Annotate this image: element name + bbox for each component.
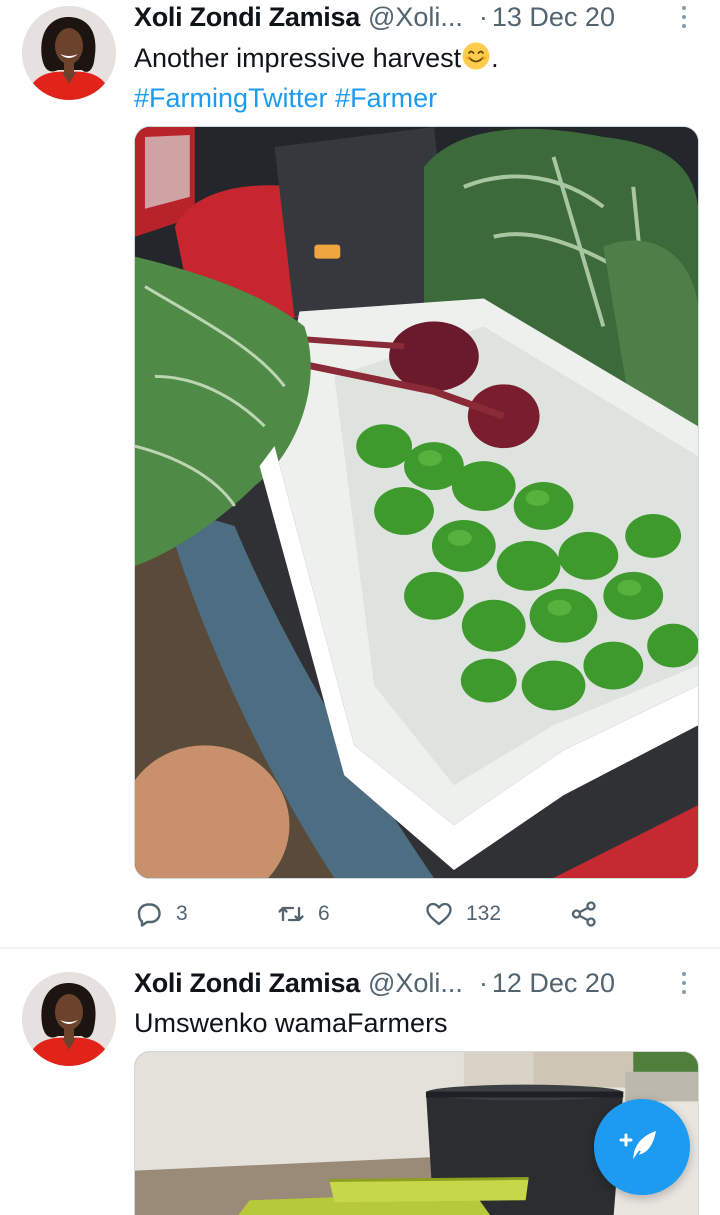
more-options-icon[interactable]: [678, 3, 690, 31]
tweet-date[interactable]: 12 Dec 20: [492, 968, 615, 999]
author-handle[interactable]: @Xoli...: [368, 968, 463, 999]
tweet-divider: [0, 947, 720, 949]
tweet-text-body: Umswenko wamaFarmers: [134, 1008, 448, 1038]
reply-button[interactable]: 3: [134, 894, 188, 934]
author-name[interactable]: Xoli Zondi Zamisa: [134, 968, 360, 999]
avatar[interactable]: [22, 972, 116, 1066]
tweet[interactable]: Xoli Zondi Zamisa @Xoli... · 13 Dec 20 A…: [0, 0, 720, 948]
reply-icon: [137, 903, 161, 927]
avatar[interactable]: [22, 6, 116, 100]
author-handle[interactable]: @Xoli...: [368, 2, 463, 33]
tweet-header: Xoli Zondi Zamisa @Xoli... · 12 Dec 20: [134, 963, 700, 1003]
hashtag-link[interactable]: #Farmer: [335, 83, 437, 113]
separator-dot: ·: [478, 1, 488, 32]
heart-icon: [426, 902, 452, 926]
share-icon: [571, 901, 596, 927]
tweet-header: Xoli Zondi Zamisa @Xoli... · 13 Dec 20: [134, 0, 700, 37]
separator-dot: ·: [478, 967, 488, 998]
retweet-button[interactable]: 6: [276, 894, 330, 934]
tweet-text: Umswenko wamaFarmers: [134, 1003, 700, 1043]
more-options-icon[interactable]: [678, 969, 690, 997]
tweet-photo[interactable]: [134, 126, 699, 879]
like-count: 132: [466, 902, 502, 925]
tweet-actions: 3 6 132: [134, 894, 614, 934]
retweet-icon: [278, 906, 304, 922]
tweet-text: Another impressive harvest . #FarmingTwi…: [134, 38, 700, 118]
share-button[interactable]: [569, 894, 599, 934]
hashtag-link[interactable]: #FarmingTwitter: [134, 83, 328, 113]
tweet-text-body: Another impressive harvest: [134, 43, 462, 73]
tweet-text-end: .: [491, 43, 499, 73]
like-button[interactable]: 132: [424, 894, 501, 934]
tweet-date[interactable]: 13 Dec 20: [492, 2, 615, 33]
author-name[interactable]: Xoli Zondi Zamisa: [134, 2, 360, 33]
compose-tweet-button[interactable]: [594, 1099, 690, 1195]
retweet-count: 6: [318, 902, 330, 925]
smiling-face-emoji-icon: [462, 42, 490, 70]
compose-tweet-icon: [619, 1131, 656, 1162]
reply-count: 3: [176, 902, 188, 925]
